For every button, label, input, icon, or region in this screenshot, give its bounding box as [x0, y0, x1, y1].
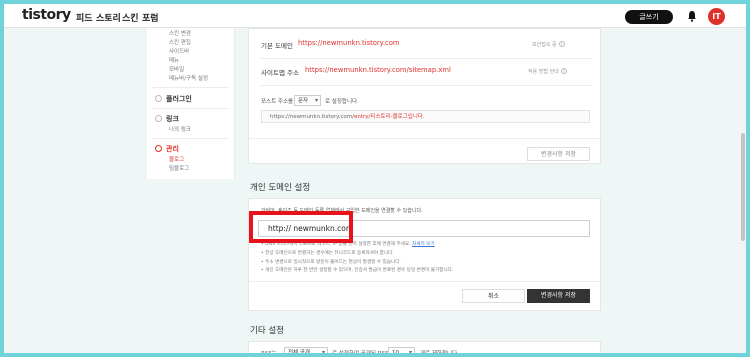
- sidebar-item-menu[interactable]: 메뉴: [169, 56, 179, 64]
- row-divider: [259, 85, 592, 86]
- sidebar-item-sidebar[interactable]: 사이드바: [169, 47, 189, 55]
- details-link[interactable]: 자세히 보기: [412, 242, 435, 247]
- tistory-logo[interactable]: tistory: [22, 7, 71, 23]
- note-item: 한글 도메인으로 연결하는 경우에는 퓨니코드로 등록하셔야 합니다.: [261, 250, 591, 259]
- sidebar-item-mobile[interactable]: 모바일: [169, 65, 184, 73]
- plugin-icon: [155, 95, 162, 102]
- card-divider: [249, 281, 600, 282]
- sidebar-item-skin-change[interactable]: 스킨 변경: [169, 29, 191, 37]
- blog-address-card: 기본 도메인 https://newmunkn.tistory.com 보안접속…: [248, 28, 601, 164]
- sidebar-item-my-links[interactable]: 나의 링크: [169, 125, 191, 133]
- page-body: 스킨 변경 스킨 편집 사이드바 메뉴 모바일 메뉴바/구독 설정 플러그인 링…: [4, 28, 746, 357]
- help-icon: ?: [558, 41, 565, 47]
- sidebar-link-label: 링크: [166, 115, 179, 123]
- note-item: 주소 변경으로 일시적으로 방문이 줄어드는 현상이 발생할 수 있습니다.: [261, 259, 591, 268]
- row-divider: [259, 58, 592, 59]
- sidebar-item-blog[interactable]: 블로그: [169, 155, 184, 163]
- custom-domain-input[interactable]: http:// newmunkn.com: [258, 220, 590, 237]
- write-button[interactable]: 글쓰기: [625, 10, 673, 24]
- custom-domain-notes: DNS 서비스에서 CNAME 레코드, IP 등을 먼저 설정한 후에 연결해…: [261, 241, 591, 276]
- other-settings-title: 기타 설정: [250, 326, 284, 336]
- note-text: DNS 서비스에서 CNAME 레코드, IP 등을 먼저 설정한 후에 연결해…: [265, 242, 411, 247]
- cancel-button[interactable]: 취소: [462, 289, 525, 303]
- card-divider: [249, 138, 600, 139]
- nav-forum[interactable]: 포럼: [142, 11, 159, 24]
- sidebar-plugin-label: 플러그인: [166, 95, 192, 103]
- rss-count-select[interactable]: 10: [388, 347, 415, 357]
- custom-domain-description: 가비아, 후이즈 등 도메인 등록 업체에서 구입한 도메인을 연결할 수 있습…: [261, 208, 423, 214]
- default-domain-value[interactable]: https://newmunkn.tistory.com: [298, 39, 400, 47]
- nav-skin[interactable]: 스킨: [122, 11, 139, 24]
- save-domain-button[interactable]: 변경사항 저장: [527, 289, 590, 303]
- rss-visibility-select[interactable]: 전체 공개: [284, 347, 328, 357]
- post-url-example-path: entry/티스토리-블로그입니다.: [353, 114, 425, 120]
- sidebar-manage-label: 관리: [166, 145, 179, 153]
- rss-label: RSS는: [261, 351, 277, 357]
- sitemap-label: 사이트맵 주소: [261, 69, 299, 77]
- bell-icon[interactable]: [687, 10, 697, 22]
- sidebar-item-link[interactable]: 링크: [155, 114, 179, 124]
- sidebar-item-skin-edit[interactable]: 스킨 편집: [169, 38, 191, 46]
- sidebar-divider: [153, 87, 229, 88]
- custom-domain-card: 가비아, 후이즈 등 도메인 등록 업체에서 구입한 도메인을 연결할 수 있습…: [248, 198, 601, 311]
- post-url-suffix: 로 설정합니다.: [325, 99, 359, 105]
- post-url-select[interactable]: 문자: [294, 95, 321, 106]
- post-url-example-prefix: https://newmunkn.tistory.com/: [270, 114, 354, 120]
- sidebar-divider: [153, 138, 229, 139]
- sidebar-item-menubar[interactable]: 메뉴바/구독 설정: [169, 74, 208, 82]
- sitemap-help-text: 적용 방법 안내: [528, 69, 559, 75]
- secure-help-text: 보안접속 중: [532, 42, 557, 48]
- secure-help[interactable]: 보안접속 중?: [532, 41, 565, 48]
- top-header: tistory 피드 스토리 스킨 포럼 글쓰기 IT: [4, 4, 746, 28]
- default-domain-label: 기본 도메인: [261, 42, 293, 50]
- link-icon: [155, 115, 162, 122]
- admin-sidebar: 스킨 변경 스킨 편집 사이드바 메뉴 모바일 메뉴바/구독 설정 플러그인 링…: [147, 28, 235, 179]
- rss-suffix: 개로 제한합니다.: [420, 351, 459, 357]
- scrollbar-thumb[interactable]: [741, 133, 745, 241]
- nav-feed[interactable]: 피드: [76, 11, 93, 24]
- rss-mid-text: 로 설정하며 공개된 RSS를: [332, 351, 394, 357]
- sidebar-item-manage[interactable]: 관리: [155, 144, 179, 154]
- help-icon: ?: [560, 68, 567, 74]
- sidebar-divider: [153, 108, 229, 109]
- sitemap-help[interactable]: 적용 방법 안내?: [528, 68, 567, 75]
- sidebar-item-team-blog[interactable]: 팀블로그: [169, 164, 189, 172]
- nav-story[interactable]: 스토리: [96, 11, 121, 24]
- save-address-button[interactable]: 변경사항 저장: [527, 147, 590, 161]
- post-url-label: 포스트 주소를: [261, 99, 294, 105]
- other-settings-card: RSS는 전체 공개 로 설정하며 공개된 RSS를 10 개로 제한합니다.: [248, 341, 601, 357]
- avatar[interactable]: IT: [708, 8, 725, 25]
- note-item: 개인 도메인은 하루 한 번만 설정할 수 있으며, 인증서 발급이 완료된 경…: [261, 267, 591, 276]
- sidebar-item-plugin[interactable]: 플러그인: [155, 94, 192, 104]
- sitemap-value[interactable]: https://newmunkn.tistory.com/sitemap.xml: [305, 66, 451, 74]
- note-item: DNS 서비스에서 CNAME 레코드, IP 등을 먼저 설정한 후에 연결해…: [261, 241, 591, 250]
- custom-domain-title: 개인 도메인 설정: [250, 183, 311, 193]
- post-url-example: https://newmunkn.tistory.com/entry/티스토리-…: [261, 110, 590, 123]
- manage-icon: [155, 145, 162, 152]
